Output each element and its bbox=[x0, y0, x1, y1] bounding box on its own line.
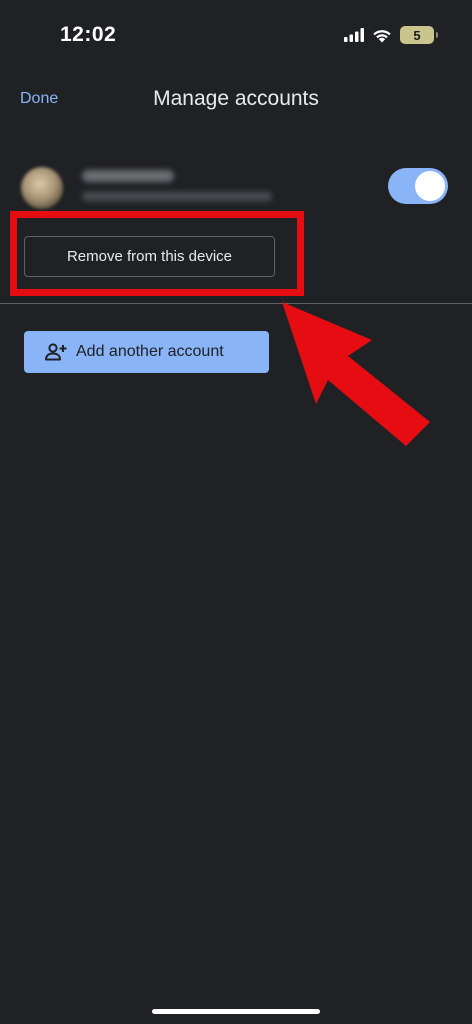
home-indicator[interactable] bbox=[152, 1009, 320, 1014]
header: Done Manage accounts bbox=[0, 70, 472, 130]
status-icons: 5 bbox=[344, 24, 438, 46]
remove-from-device-button[interactable]: Remove from this device bbox=[24, 236, 275, 277]
person-add-icon bbox=[45, 341, 67, 363]
account-row bbox=[0, 160, 472, 216]
account-toggle[interactable] bbox=[388, 168, 448, 204]
battery-icon: 5 bbox=[400, 26, 438, 44]
battery-level: 5 bbox=[413, 27, 421, 43]
page-title: Manage accounts bbox=[153, 87, 319, 110]
signal-icon bbox=[344, 28, 364, 42]
divider bbox=[0, 303, 472, 304]
avatar bbox=[21, 167, 63, 209]
add-account-label: Add another account bbox=[76, 343, 224, 360]
toggle-knob bbox=[415, 171, 445, 201]
status-bar: 12:02 5 bbox=[0, 0, 472, 70]
status-time: 12:02 bbox=[60, 23, 117, 46]
account-email-redacted bbox=[82, 192, 272, 201]
wifi-icon bbox=[373, 29, 391, 42]
add-account-button[interactable]: Add another account bbox=[24, 331, 269, 373]
annotation-arrow-icon bbox=[282, 302, 430, 446]
account-name-redacted bbox=[82, 170, 174, 182]
